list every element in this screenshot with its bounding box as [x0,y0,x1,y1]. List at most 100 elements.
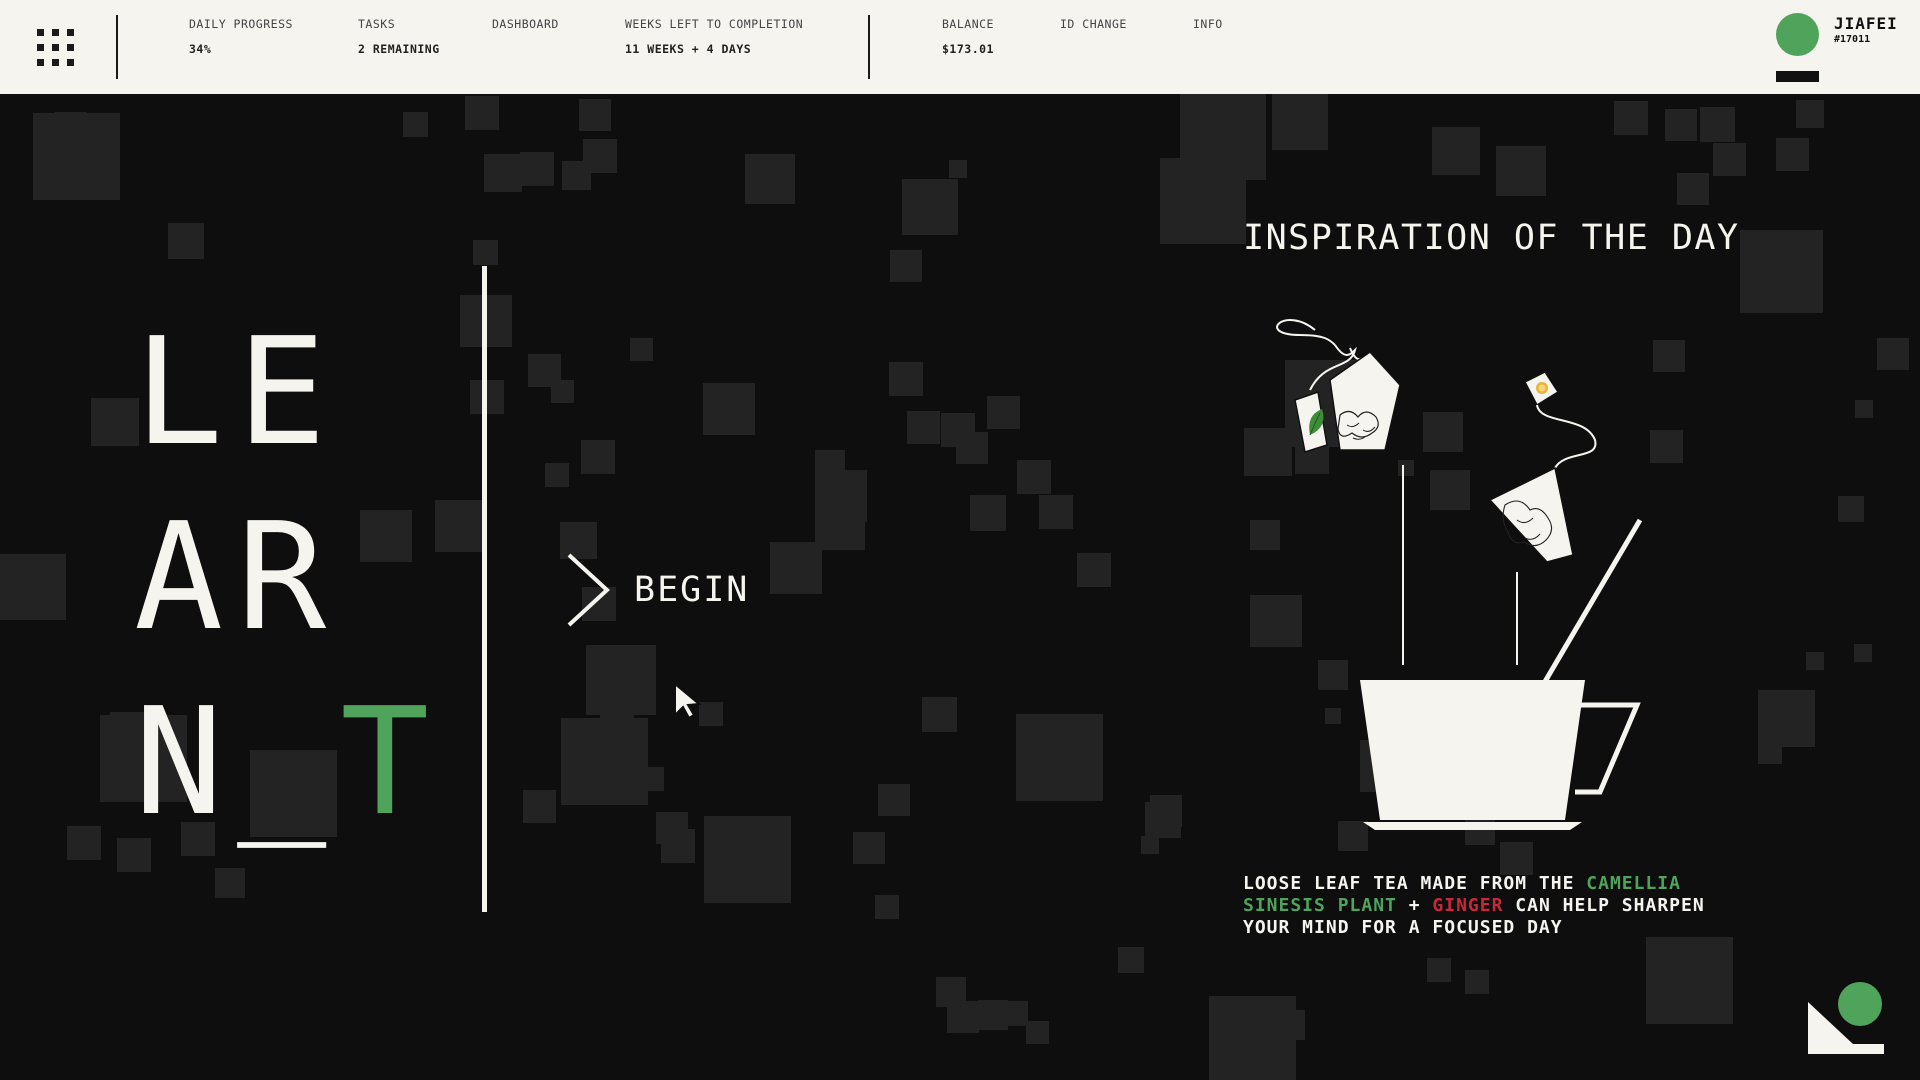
background-square [1272,94,1328,150]
background-square [215,868,245,898]
daily-progress-stat[interactable]: DAILY PROGRESS 34% [189,17,293,56]
background-square [1776,138,1809,171]
background-square [875,895,899,919]
weeks-left-stat[interactable]: WEEKS LEFT TO COMPLETION 11 WEEKS + 4 DA… [625,17,803,56]
balance-stat[interactable]: BALANCE $173.01 [942,17,994,56]
background-square [1496,146,1546,196]
quote-highlight-ginger: GINGER [1432,895,1504,916]
background-square [1141,836,1159,854]
background-square [1427,958,1451,982]
avatar[interactable] [1776,13,1819,56]
background-square [1758,690,1815,747]
background-square [1614,101,1648,135]
logo-line-1: LE [134,306,341,478]
background-square [570,755,607,792]
background-square [949,160,967,178]
background-square [1118,947,1144,973]
weeks-left-value: 11 WEEKS + 4 DAYS [625,42,752,56]
background-square [1465,970,1489,994]
tasks-label: TASKS [358,17,396,31]
background-square [1700,107,1735,142]
background-square [878,784,910,816]
background-square [1854,644,1872,662]
header-divider [868,15,870,79]
background-square [1077,553,1111,587]
background-square [1003,1001,1028,1026]
background-square [1740,230,1823,313]
grid-menu-icon[interactable] [37,29,79,69]
background-square [902,179,958,235]
background-square [465,96,499,130]
background-square [1796,100,1824,128]
background-square [1432,127,1480,175]
background-square [640,767,664,791]
background-square [1665,109,1697,141]
background-square [473,240,498,265]
avatar-status-bar [1776,71,1819,82]
background-square [1713,143,1746,176]
background-square [1877,338,1909,370]
background-square [520,152,554,186]
background-square [1838,496,1864,522]
corner-logo-icon[interactable] [1808,982,1888,1054]
background-square [815,470,867,522]
background-square [581,440,615,474]
daily-progress-label: DAILY PROGRESS [189,17,293,31]
user-id: #17011 [1834,34,1871,45]
background-square [922,697,957,732]
hero-divider-line [482,266,487,912]
daily-progress-value: 34% [189,42,212,56]
begin-button[interactable]: BEGIN [566,552,756,628]
logo-line-3-prefix: N_ [134,676,341,848]
balance-value: $173.01 [942,42,994,56]
background-square [360,510,412,562]
tea-illustration [1276,319,1643,830]
logo-accent-letter: T [340,676,444,848]
background-square [1026,1021,1049,1044]
quote-text: + [1396,895,1433,916]
quote-text: LOOSE LEAF TEA MADE FROM THE [1243,873,1587,894]
id-change-link[interactable]: ID CHANGE [1060,17,1127,31]
background-square [987,396,1020,429]
background-square [957,434,985,462]
background-square [745,154,795,204]
background-square [1180,94,1266,180]
background-square [1646,937,1733,1024]
id-change-label: ID CHANGE [1060,17,1127,31]
background-square [67,826,101,860]
background-square [586,645,656,715]
inspiration-title: INSPIRATION OF THE DAY [1243,218,1740,258]
info-link[interactable]: INFO [1193,17,1223,31]
background-square [91,398,139,446]
background-square [551,380,574,403]
background-square [853,832,885,864]
background-square [484,154,522,192]
background-square [1150,795,1182,827]
inspiration-quote: LOOSE LEAF TEA MADE FROM THE CAMELLIA SI… [1243,873,1763,939]
user-name: JIAFEI [1834,14,1898,33]
tasks-value: 2 REMAINING [358,42,440,56]
chevron-right-icon [567,553,610,627]
top-bar: DAILY PROGRESS 34% TASKS 2 REMAINING DAS… [0,0,1920,94]
logo-line-3: N_T [134,688,443,836]
background-square [403,112,428,137]
background-square [579,99,611,131]
background-square [1275,1010,1305,1040]
background-square [1855,400,1873,418]
background-square [1653,340,1685,372]
balance-label: BALANCE [942,17,994,31]
begin-label: BEGIN [634,570,750,610]
tasks-stat[interactable]: TASKS 2 REMAINING [358,17,440,56]
background-square [0,554,66,620]
background-square [889,362,923,396]
background-square [1016,714,1103,801]
background-square [661,829,695,863]
background-square [630,338,653,361]
background-square [970,495,1006,531]
dashboard-link[interactable]: DASHBOARD [492,17,559,31]
background-square [890,250,922,282]
background-square [907,411,940,444]
background-square [1039,495,1073,529]
background-square [947,1001,979,1033]
background-square [770,542,822,594]
